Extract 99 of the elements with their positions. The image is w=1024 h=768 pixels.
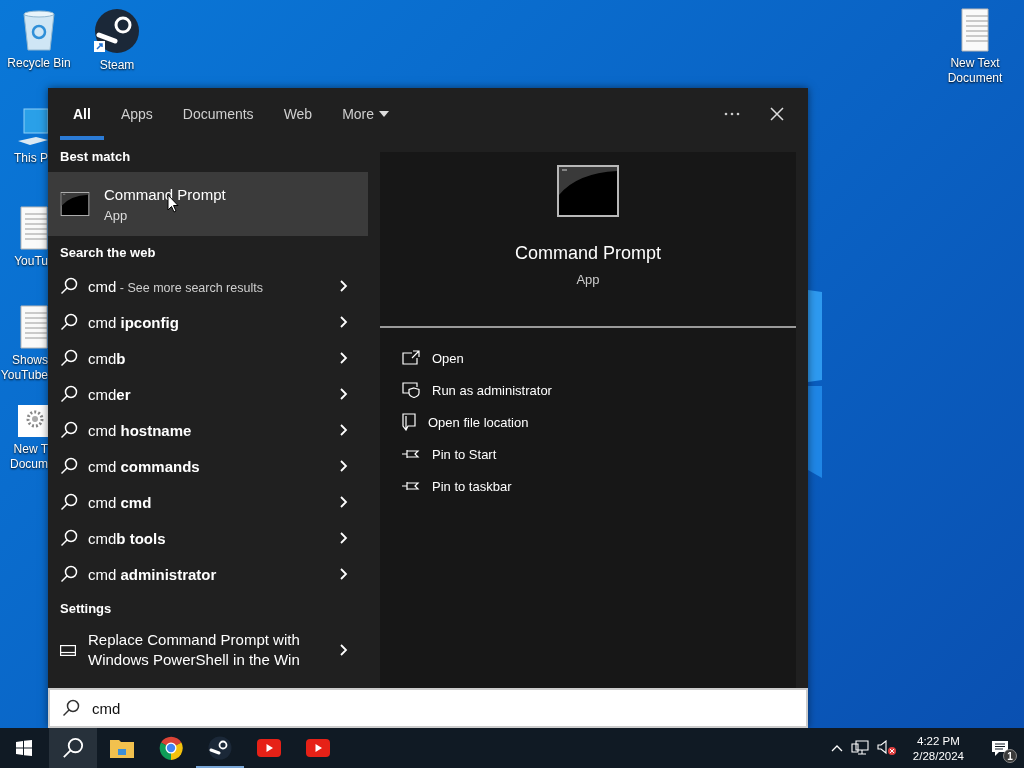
search-icon <box>60 277 78 295</box>
section-heading: Settings <box>60 600 112 616</box>
network-icon[interactable] <box>850 740 869 756</box>
shield-window-icon <box>402 382 420 398</box>
section-heading: Search the web <box>60 244 156 260</box>
search-icon <box>60 313 78 331</box>
search-icon <box>60 385 78 403</box>
suggestion-text: cmd commands <box>88 457 201 475</box>
search-icon <box>60 457 78 475</box>
tab[interactable]: Apps <box>107 88 166 140</box>
desktop-icon-label[interactable]: This P <box>14 151 48 166</box>
taskbar-button[interactable] <box>49 728 97 768</box>
web-suggestion[interactable]: cmd commands <box>48 448 368 484</box>
pin-icon <box>402 448 420 460</box>
search-field[interactable]: cmd <box>90 698 806 718</box>
steam-icon <box>208 736 232 760</box>
suggestion-text: cmder <box>88 385 132 403</box>
chevron-right-icon <box>340 644 348 656</box>
open-external-icon <box>402 350 420 366</box>
settings-result[interactable]: Replace Command Prompt with Windows PowerShell in the Win <box>48 624 368 676</box>
suggestion-text: cmd hostname <box>88 421 193 439</box>
chevron-right-icon <box>340 424 348 436</box>
search-icon <box>60 565 78 583</box>
action-item[interactable]: Open file location <box>402 406 796 438</box>
pin-icon <box>402 480 420 492</box>
tab[interactable]: More <box>329 88 403 140</box>
action-item[interactable]: Run as administrator <box>402 374 796 406</box>
desktop-icon-label[interactable]: New T Docum <box>10 442 48 472</box>
suggestion-text: cmd - See more search results <box>88 277 264 295</box>
search-icon <box>60 529 78 547</box>
notification-button[interactable]: 1 <box>980 728 1020 768</box>
search-icon <box>60 421 78 439</box>
search-bar[interactable]: cmd <box>48 688 808 728</box>
preview-title: Command Prompt <box>514 243 662 264</box>
search-icon <box>60 349 78 367</box>
section-heading: Best match <box>60 148 131 164</box>
web-suggestion[interactable]: cmder <box>48 376 368 412</box>
chrome-icon <box>159 736 183 760</box>
settings-result-text: Replace Command Prompt with Windows PowerShell in the Win <box>88 630 301 670</box>
windows-logo-icon <box>16 740 32 756</box>
suggestion-text: cmd ipconfig <box>88 313 180 331</box>
suggestion-text: cmdb <box>88 349 127 367</box>
web-suggestion[interactable]: cmd ipconfig <box>48 304 368 340</box>
search-icon <box>62 699 80 717</box>
chevron-right-icon <box>340 316 348 328</box>
desktop-icon-label[interactable]: Steam <box>99 58 135 73</box>
suggestion-text: cmdb tools <box>88 529 167 547</box>
notification-count: 1 <box>1003 749 1017 763</box>
tab[interactable]: Web <box>270 88 326 140</box>
result-item[interactable]: Command Prompt App <box>48 172 368 236</box>
web-suggestion[interactable]: cmdb <box>48 340 368 376</box>
desktop-icon-label[interactable]: New Text Document <box>947 56 1003 86</box>
action-item[interactable]: Pin to taskbar <box>402 470 796 502</box>
result-title: Command Prompt <box>104 185 226 203</box>
tab[interactable]: Documents <box>169 88 267 140</box>
desktop-icon-label[interactable]: Shows YouTube <box>0 353 48 383</box>
terminal-window-icon <box>557 165 619 217</box>
web-suggestion[interactable]: cmd hostname <box>48 412 368 448</box>
document-icon <box>20 206 48 250</box>
chevron-right-icon <box>340 496 348 508</box>
action-item[interactable]: Open <box>402 342 796 374</box>
chevron-up-icon[interactable] <box>830 744 843 752</box>
terminal-window-icon <box>60 192 90 216</box>
chevron-right-icon <box>340 568 348 580</box>
suggestion-text: cmd cmd <box>88 493 153 511</box>
monitor-icon <box>60 644 76 656</box>
action-item[interactable]: Pin to Start <box>402 438 796 470</box>
ellipsis-icon <box>724 112 740 116</box>
close-icon <box>770 107 784 121</box>
computer-icon <box>18 107 48 147</box>
gear-file-icon <box>18 404 48 438</box>
web-suggestion[interactable]: cmd cmd <box>48 484 368 520</box>
chevron-right-icon <box>340 388 348 400</box>
desktop-icon-label[interactable]: Recycle Bin <box>7 56 71 71</box>
tab[interactable]: All <box>60 88 104 140</box>
recycle-bin-icon <box>20 8 58 52</box>
web-suggestion[interactable]: cmd - See more search results <box>48 268 368 304</box>
document-icon <box>20 305 48 349</box>
chevron-right-icon <box>340 532 348 544</box>
preview-type: App <box>576 272 600 287</box>
message-icon <box>991 739 1009 757</box>
chevron-right-icon <box>340 460 348 472</box>
steam-icon <box>93 8 141 54</box>
play-button-icon <box>257 739 281 757</box>
suggestion-text: cmd administrator <box>88 565 218 583</box>
chevron-right-icon <box>340 352 348 364</box>
search-icon <box>62 737 84 759</box>
document-icon <box>961 8 989 52</box>
web-suggestion[interactable]: cmdb tools <box>48 520 368 556</box>
file-location-icon <box>402 413 416 431</box>
play-button-icon <box>306 739 330 757</box>
result-type: App <box>104 207 129 223</box>
web-suggestion[interactable]: cmd administrator <box>48 556 368 592</box>
muted-speaker-icon[interactable] <box>876 740 897 756</box>
desktop-icon-label[interactable]: YouTu <box>14 254 48 269</box>
clock[interactable]: 4:22 PM 2/28/2024 <box>912 734 964 762</box>
chevron-right-icon <box>340 280 348 292</box>
folder-icon <box>110 738 134 758</box>
search-icon <box>60 493 78 511</box>
